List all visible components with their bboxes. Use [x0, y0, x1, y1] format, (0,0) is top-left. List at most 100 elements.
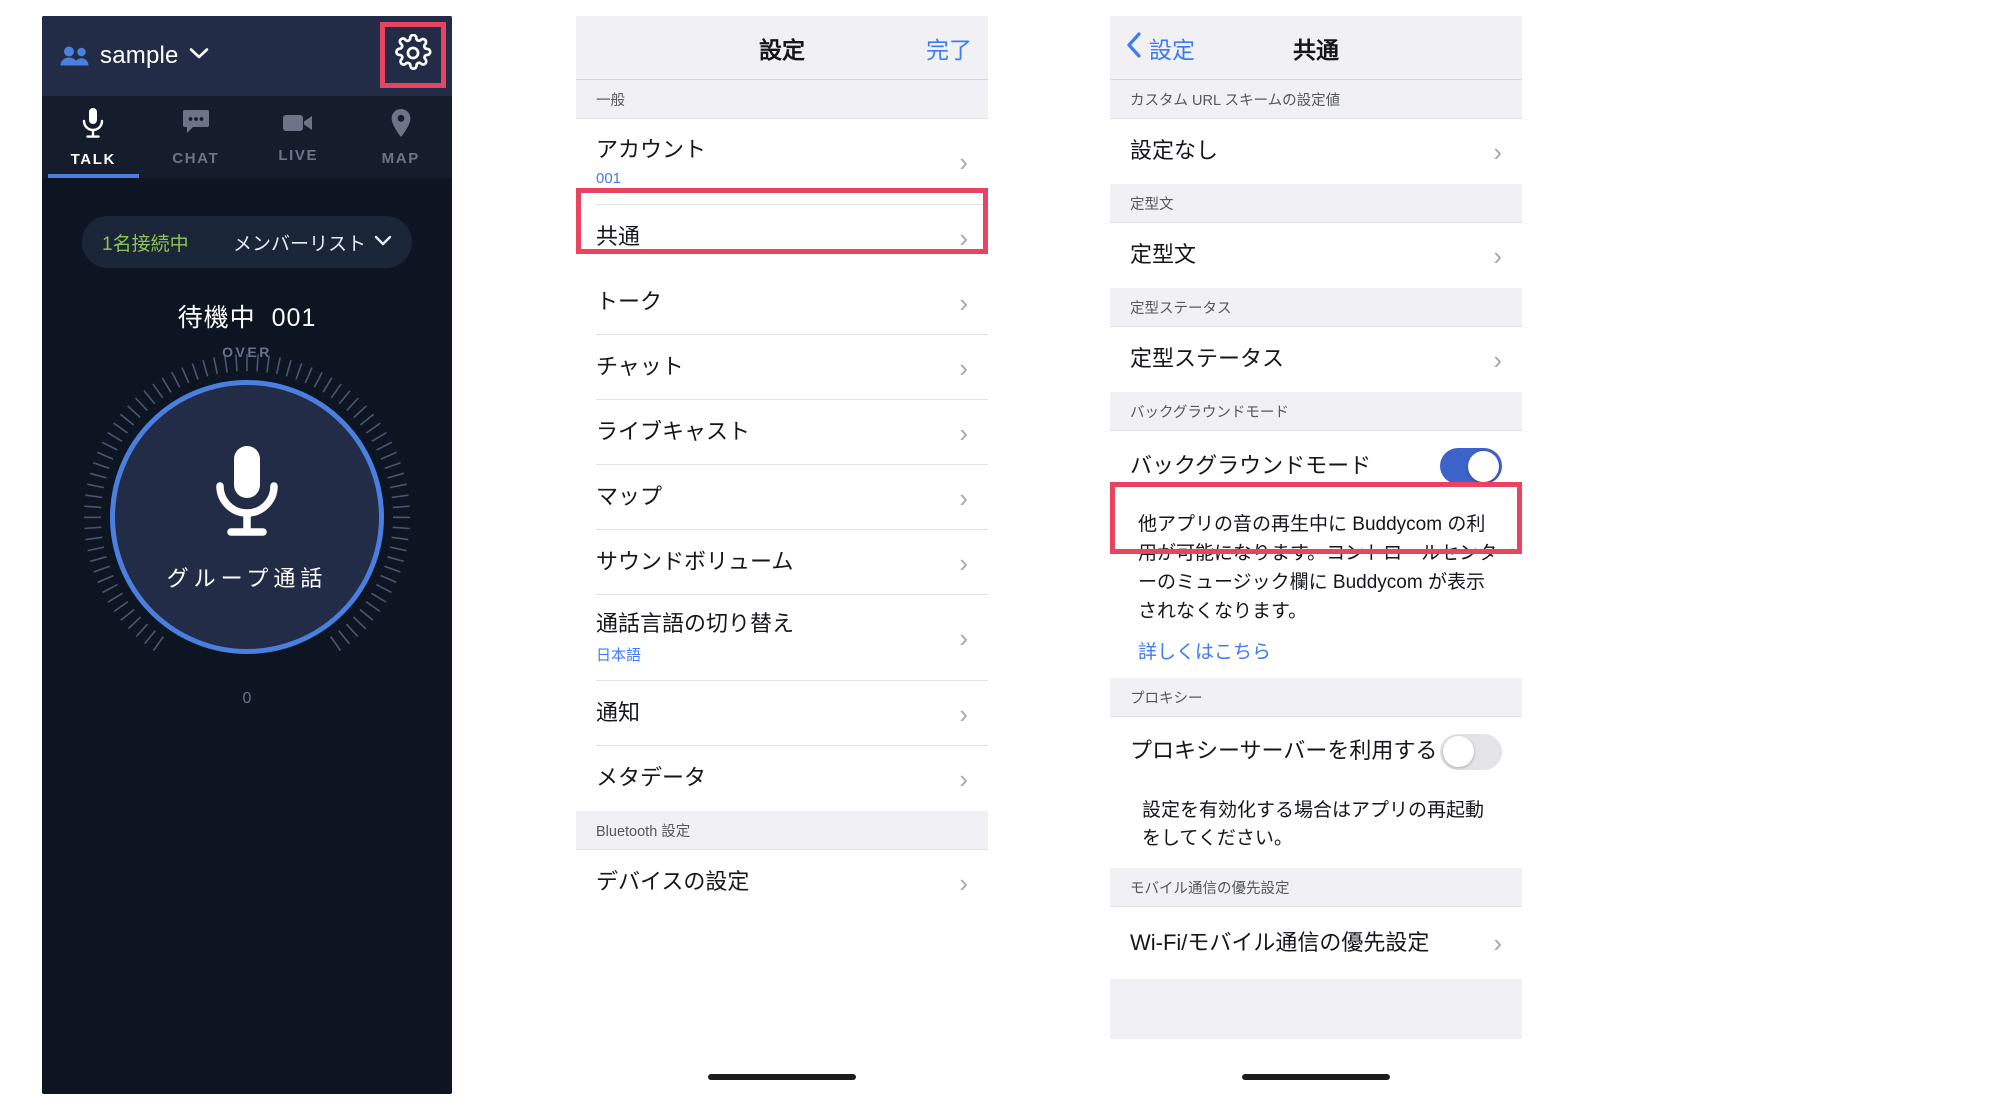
settings-row-livecast[interactable]: ライブキャスト › — [576, 400, 988, 465]
settings-row-call-language[interactable]: 通話言語の切り替え 日本語 › — [576, 595, 988, 681]
chevron-left-icon — [1126, 31, 1142, 64]
group-selector[interactable]: sample — [60, 42, 209, 70]
status-state: 待機中 — [177, 304, 256, 332]
row-title: プロキシーサーバーを利用する — [1130, 738, 1438, 764]
row-template-status[interactable]: 定型ステータス › — [1110, 327, 1522, 392]
back-button[interactable]: 設定 — [1126, 31, 1195, 65]
chevron-right-icon: › — [959, 222, 968, 253]
tab-live-label: LIVE — [278, 146, 319, 164]
member-list-toggle[interactable]: メンバーリスト — [233, 229, 392, 256]
done-button[interactable]: 完了 — [926, 31, 972, 65]
bottom-filler — [1110, 979, 1522, 1040]
row-title: マップ — [596, 484, 663, 510]
member-list-bar[interactable]: 1名接続中 メンバーリスト — [82, 216, 412, 268]
proxy-note: 設定を有効化する場合はアプリの再起動をしてください。 — [1110, 786, 1522, 869]
row-title: チャット — [596, 354, 684, 380]
gear-icon[interactable] — [394, 33, 432, 77]
row-title: 共通 — [596, 224, 641, 250]
chevron-right-icon: › — [1493, 240, 1502, 271]
section-header-general: 一般 — [576, 80, 988, 119]
status-line: 待機中 001 — [42, 298, 452, 334]
row-template-text[interactable]: 定型文 › — [1110, 223, 1522, 288]
tab-active-indicator — [48, 174, 139, 178]
section-header-template-text: 定型文 — [1110, 184, 1522, 223]
people-icon — [60, 45, 90, 67]
group-name: sample — [100, 42, 179, 69]
chevron-right-icon: › — [959, 547, 968, 578]
chevron-right-icon: › — [959, 352, 968, 383]
row-wifi-mobile-priority[interactable]: Wi-Fi/モバイル通信の優先設定 › — [1110, 907, 1522, 980]
phone-common-settings-screen: 設定 共通 カスタム URL スキームの設定値 設定なし › 定型文 定型文 ›… — [1110, 16, 1522, 1094]
tab-chat-label: CHAT — [172, 149, 220, 167]
proxy-server-toggle[interactable] — [1440, 733, 1502, 770]
connected-count: 1名接続中 — [102, 233, 189, 255]
chevron-right-icon: › — [959, 417, 968, 448]
chevron-right-icon: › — [959, 623, 968, 653]
row-custom-url-value[interactable]: 設定なし › — [1110, 119, 1522, 184]
phone-settings-screen: 設定 完了 一般 アカウント 001 › 共通 › トーク › チャット › ラ… — [576, 16, 988, 1094]
row-subtitle: 001 — [596, 170, 622, 188]
tab-chat[interactable]: CHAT — [145, 96, 248, 178]
background-mode-note: 他アプリの音の再生中に Buddycom の利用が可能になります。コントロールセ… — [1110, 501, 1522, 631]
chevron-right-icon: › — [1493, 928, 1502, 959]
talk-topbar: sample — [42, 16, 452, 96]
back-label: 設定 — [1149, 36, 1195, 63]
row-title: メタデータ — [596, 765, 707, 791]
settings-nav-bar: 設定 完了 — [576, 16, 988, 80]
chevron-right-icon: › — [959, 698, 968, 729]
settings-row-talk[interactable]: トーク › — [576, 270, 988, 335]
row-title: 定型文 — [1130, 242, 1197, 268]
microphone-icon — [208, 442, 286, 543]
tab-talk[interactable]: TALK — [42, 96, 145, 178]
member-list-label: メンバーリスト — [232, 233, 366, 255]
settings-row-metadata[interactable]: メタデータ › — [576, 746, 988, 811]
settings-row-account[interactable]: アカウント 001 › — [576, 119, 988, 205]
row-title: アカウント — [596, 136, 707, 162]
group-call-label: グループ通話 — [166, 565, 328, 591]
tab-live[interactable]: LIVE — [247, 96, 350, 178]
settings-row-common[interactable]: 共通 › — [576, 205, 988, 270]
settings-row-chat[interactable]: チャット › — [576, 335, 988, 400]
row-title: 通話言語の切り替え — [596, 610, 795, 636]
section-header-proxy: プロキシー — [1110, 677, 1522, 717]
chat-bubble-icon — [181, 108, 211, 143]
settings-button-highlight[interactable] — [380, 22, 446, 88]
section-header-template-status: 定型ステータス — [1110, 288, 1522, 327]
common-nav-bar: 設定 共通 — [1110, 16, 1522, 80]
settings-row-sound-volume[interactable]: サウンドボリューム › — [576, 530, 988, 595]
chevron-down-icon — [189, 47, 209, 65]
row-title: Wi-Fi/モバイル通信の優先設定 — [1130, 930, 1430, 956]
status-id: 001 — [271, 304, 317, 332]
chevron-right-icon: › — [959, 763, 968, 794]
settings-row-device[interactable]: デバイスの設定 › — [576, 850, 988, 915]
chevron-right-icon: › — [959, 147, 968, 177]
tab-map[interactable]: MAP — [350, 96, 453, 178]
row-use-proxy-server[interactable]: プロキシーサーバーを利用する — [1110, 716, 1522, 787]
section-header-custom-url: カスタム URL スキームの設定値 — [1110, 80, 1522, 119]
row-background-mode[interactable]: バックグラウンドモード — [1110, 431, 1522, 501]
settings-row-notification[interactable]: 通知 › — [576, 681, 988, 746]
talk-dial: OVER 0 グループ通話 — [82, 344, 412, 707]
toggle-knob — [1443, 736, 1474, 767]
section-header-bluetooth: Bluetooth 設定 — [576, 811, 988, 850]
background-mode-toggle[interactable] — [1440, 448, 1502, 484]
row-title: ライブキャスト — [596, 419, 751, 445]
chevron-down-icon — [374, 231, 392, 253]
tab-map-label: MAP — [381, 149, 420, 167]
row-title: 通知 — [596, 700, 641, 726]
bottom-tab-bar: TALK CHAT LIVE MAP — [42, 96, 452, 178]
chevron-right-icon: › — [959, 867, 968, 898]
toggle-knob — [1468, 450, 1499, 482]
settings-row-map[interactable]: マップ › — [576, 465, 988, 530]
row-title: デバイスの設定 — [596, 869, 750, 895]
background-mode-learn-more-link[interactable]: 詳しくはこちら — [1110, 630, 1522, 678]
row-title: トーク — [596, 289, 663, 315]
dial-zero-label: 0 — [242, 690, 252, 707]
group-call-button[interactable]: グループ通話 — [110, 380, 384, 654]
row-title: サウンドボリューム — [596, 549, 794, 575]
row-title: 設定なし — [1130, 138, 1219, 164]
tab-talk-label: TALK — [70, 150, 116, 168]
row-title: 定型ステータス — [1130, 346, 1285, 372]
chevron-right-icon: › — [1493, 344, 1502, 375]
phone-talk-screen: sample TALK CHAT LIVE MAP 1名接続中 メンバーリスト … — [42, 16, 452, 1094]
